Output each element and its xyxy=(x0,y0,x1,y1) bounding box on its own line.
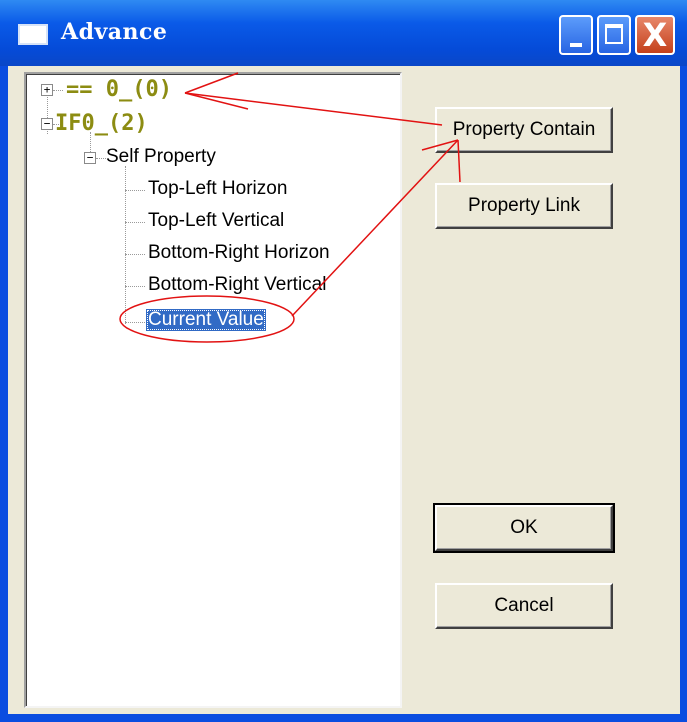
tree-node-eq-zero[interactable]: == 0_(0) xyxy=(66,77,172,102)
tree-connector xyxy=(125,254,145,255)
collapse-icon[interactable]: − xyxy=(84,152,96,164)
property-contain-button[interactable]: Property Contain xyxy=(435,107,613,153)
tree-connector xyxy=(53,90,63,91)
tree-node-if0[interactable]: IF0_(2) xyxy=(55,111,148,136)
maximize-icon xyxy=(605,24,623,44)
tree-connector xyxy=(125,286,145,287)
property-link-button[interactable]: Property Link xyxy=(435,183,613,229)
close-button[interactable]: X xyxy=(635,15,675,55)
minimize-button[interactable] xyxy=(559,15,593,55)
tree-connector xyxy=(125,222,145,223)
collapse-icon[interactable]: − xyxy=(41,118,53,130)
tree-connector xyxy=(125,322,145,323)
minimize-icon xyxy=(570,43,582,47)
tree-node-top-left-vertical[interactable]: Top-Left Vertical xyxy=(148,210,284,232)
dialog-client-area: + == 0_(0) − IF0_(2) − Self Property Top… xyxy=(8,66,680,714)
tree-node-bottom-right-vertical[interactable]: Bottom-Right Vertical xyxy=(148,274,326,296)
window-title: Advance xyxy=(61,19,168,45)
maximize-button[interactable] xyxy=(597,15,631,55)
advance-dialog: Advance X + == 0_(0) − IF0_(2) − Self Pr… xyxy=(0,0,687,722)
ok-button[interactable]: OK xyxy=(433,503,615,553)
expand-icon[interactable]: + xyxy=(41,84,53,96)
tree-node-self-property[interactable]: Self Property xyxy=(106,146,216,168)
tree-node-top-left-horizon[interactable]: Top-Left Horizon xyxy=(148,178,287,200)
tree-node-bottom-right-horizon[interactable]: Bottom-Right Horizon xyxy=(148,242,330,264)
window-icon xyxy=(18,24,48,45)
tree-connector xyxy=(96,158,106,159)
close-icon: X xyxy=(642,16,668,54)
title-bar[interactable]: Advance X xyxy=(0,0,687,66)
cancel-button[interactable]: Cancel xyxy=(435,583,613,629)
tree-connector xyxy=(125,190,145,191)
property-tree[interactable]: + == 0_(0) − IF0_(2) − Self Property Top… xyxy=(24,72,402,708)
tree-node-current-value[interactable]: Current Value xyxy=(146,309,266,331)
